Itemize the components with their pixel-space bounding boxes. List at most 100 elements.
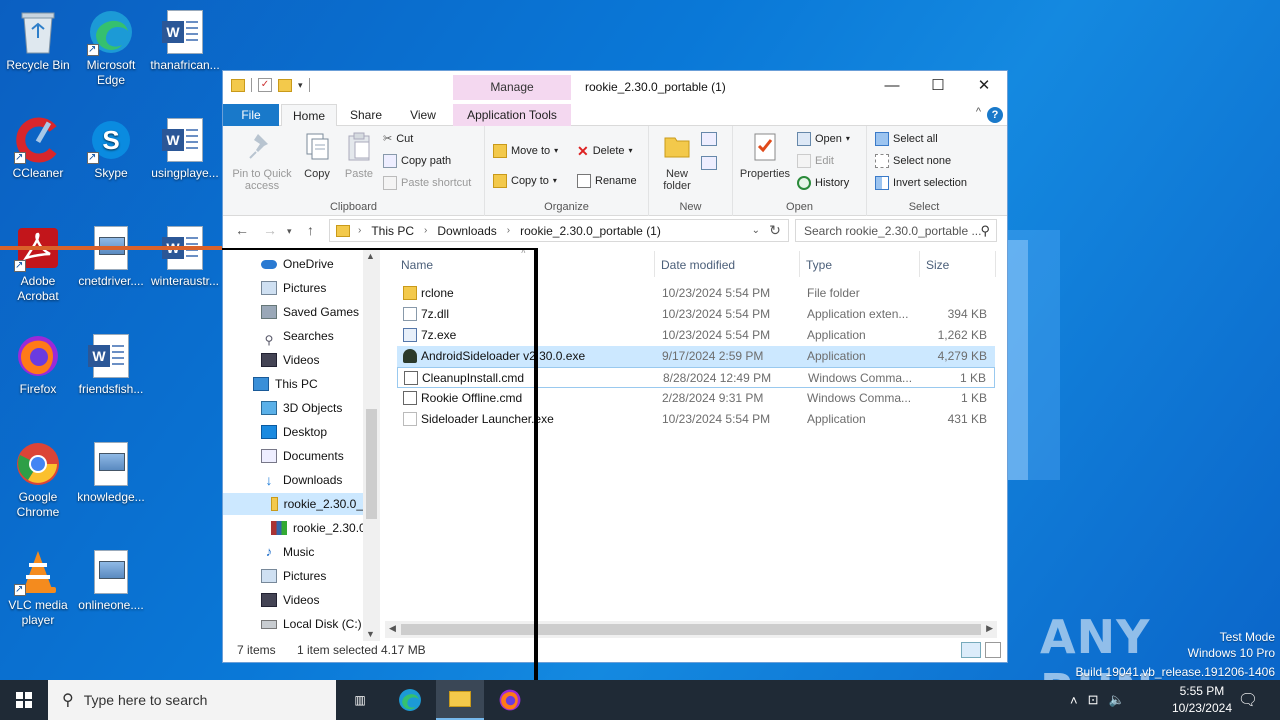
open-button[interactable]: Open ▾ bbox=[797, 130, 850, 148]
navigation-pane[interactable]: OneDrive Pictures Saved Games ⚲ Searches … bbox=[223, 249, 379, 639]
pin-quick-access-button[interactable]: Pin to Quick access bbox=[229, 130, 295, 192]
tab-view[interactable]: View bbox=[395, 104, 451, 126]
select-none-button[interactable]: Select none bbox=[875, 152, 951, 170]
forward-arrow-icon[interactable]: → bbox=[263, 222, 277, 238]
task-view-icon[interactable]: ▥ bbox=[336, 680, 384, 720]
new-item-icon[interactable] bbox=[701, 132, 717, 146]
desktop-icon-acrobat[interactable]: Adobe Acrobat bbox=[0, 224, 76, 304]
desktop-icon-skype[interactable]: S Skype bbox=[73, 116, 149, 181]
table-row-selected[interactable]: AndroidSideloader v2.30.0.exe 9/17/2024 2… bbox=[397, 346, 995, 367]
scroll-right-arrow-icon[interactable]: ▶ bbox=[986, 623, 993, 634]
file-list-horizontal-scrollbar[interactable]: ◀ ▶ bbox=[385, 621, 997, 638]
taskbar-firefox-icon[interactable] bbox=[486, 680, 534, 720]
table-row[interactable]: CleanupInstall.cmd 8/28/2024 12:49 PM Wind… bbox=[397, 367, 995, 388]
scrollbar-thumb[interactable] bbox=[401, 624, 981, 635]
breadcrumb-current-folder[interactable]: rookie_2.30.0_portable (1) bbox=[520, 224, 661, 238]
back-arrow-icon[interactable]: ← bbox=[235, 222, 249, 238]
desktop-icon-image-file[interactable]: onlineone.... bbox=[73, 548, 149, 613]
close-button[interactable]: ✕ bbox=[961, 71, 1007, 101]
notification-center-icon[interactable]: 🗨 bbox=[1224, 680, 1272, 720]
table-row[interactable]: rclone 10/23/2024 5:54 PM File folder bbox=[397, 283, 995, 304]
cut-button[interactable]: ✂ Cut bbox=[383, 130, 413, 148]
scroll-up-arrow-icon[interactable]: ▲ bbox=[366, 251, 375, 261]
new-folder-button[interactable]: New folder bbox=[653, 130, 701, 192]
edit-button[interactable]: Edit bbox=[797, 152, 834, 170]
desktop-icon-word-doc[interactable]: friendsfish... bbox=[73, 332, 149, 397]
desktop-icon-image-file[interactable]: cnetdriver.... bbox=[73, 224, 149, 289]
nav-onedrive[interactable]: OneDrive bbox=[261, 253, 334, 275]
collapse-ribbon-button[interactable]: ^ bbox=[976, 106, 981, 118]
desktop-icon-vlc[interactable]: VLC media player bbox=[0, 548, 76, 628]
tab-application-tools[interactable]: Application Tools bbox=[453, 104, 571, 126]
scroll-left-arrow-icon[interactable]: ◀ bbox=[389, 623, 396, 634]
nav-rookie-archive[interactable]: rookie_2.30.0_ bbox=[271, 517, 372, 539]
show-hidden-icons-chevron-icon[interactable]: ˄ bbox=[1070, 693, 1078, 708]
taskbar-search-input[interactable]: ⚲ Type here to search bbox=[48, 680, 336, 720]
start-button[interactable] bbox=[0, 680, 48, 720]
details-view-icon[interactable] bbox=[961, 642, 981, 658]
nav-pictures-pc[interactable]: Pictures bbox=[261, 565, 326, 587]
column-header-type[interactable]: Type bbox=[806, 258, 832, 272]
paste-shortcut-button[interactable]: Paste shortcut bbox=[383, 174, 471, 192]
desktop-icon-word-doc[interactable]: winteraustr... bbox=[147, 224, 223, 289]
maximize-button[interactable]: ☐ bbox=[915, 71, 961, 101]
table-row[interactable]: Rookie Offline.cmd 2/28/2024 9:31 PM Windo… bbox=[397, 388, 995, 409]
desktop-icon-ccleaner[interactable]: CCleaner bbox=[0, 116, 76, 181]
minimize-button[interactable]: — bbox=[869, 71, 915, 101]
taskbar-file-explorer-icon[interactable] bbox=[436, 680, 484, 720]
invert-selection-button[interactable]: Invert selection bbox=[875, 174, 967, 192]
nav-downloads[interactable]: ↓ Downloads bbox=[261, 469, 343, 491]
nav-searches[interactable]: ⚲ Searches bbox=[261, 325, 334, 347]
nav-rookie-folder-selected[interactable]: rookie_2.30.0_ bbox=[223, 493, 363, 515]
search-input[interactable]: Search rookie_2.30.0_portable ... ⚲ bbox=[795, 219, 997, 242]
file-list[interactable]: Name Date modified Type Size ˄ rclone 10/… bbox=[391, 247, 997, 624]
nav-pane-scrollbar[interactable]: ▲ ▼ bbox=[363, 249, 380, 641]
nav-videos-pc[interactable]: Videos bbox=[261, 589, 319, 611]
copy-button[interactable]: Copy bbox=[297, 130, 337, 180]
rename-button[interactable]: Rename bbox=[577, 172, 637, 190]
volume-icon[interactable]: 🔈 bbox=[1109, 692, 1125, 708]
nav-3d-objects[interactable]: 3D Objects bbox=[261, 397, 342, 419]
nav-music[interactable]: ♪ Music bbox=[261, 541, 315, 563]
address-bar[interactable]: › This PC › Downloads › rookie_2.30.0_po… bbox=[329, 219, 789, 242]
customize-toolbar-icon[interactable]: ▾ bbox=[298, 80, 303, 91]
move-to-button[interactable]: Move to ▾ bbox=[493, 142, 558, 160]
copy-to-button[interactable]: Copy to ▾ bbox=[493, 172, 557, 190]
nav-documents[interactable]: Documents bbox=[261, 445, 344, 467]
nav-videos[interactable]: Videos bbox=[261, 349, 319, 371]
up-arrow-icon[interactable]: ↑ bbox=[307, 222, 314, 238]
table-row[interactable]: 7z.dll 10/23/2024 5:54 PM Application exte… bbox=[397, 304, 995, 325]
copy-path-button[interactable]: Copy path bbox=[383, 152, 451, 170]
title-bar[interactable]: ✓ ▾ Manage rookie_2.30.0_portable (1) — … bbox=[223, 71, 1007, 104]
column-header-date[interactable]: Date modified bbox=[661, 258, 735, 272]
network-icon[interactable]: ⊡ bbox=[1088, 692, 1099, 708]
easy-access-icon[interactable] bbox=[701, 156, 717, 170]
paste-button[interactable]: Paste bbox=[339, 130, 379, 180]
desktop-icon-edge[interactable]: Microsoft Edge bbox=[73, 8, 149, 88]
file-explorer-window[interactable]: ✓ ▾ Manage rookie_2.30.0_portable (1) — … bbox=[222, 70, 1008, 663]
desktop-icon-word-doc[interactable]: thanafrican... bbox=[147, 8, 223, 73]
scrollbar-thumb[interactable] bbox=[366, 409, 377, 519]
help-icon[interactable]: ? bbox=[987, 107, 1003, 123]
properties-button[interactable]: Properties bbox=[737, 130, 793, 180]
table-row[interactable]: Sideloader Launcher.exe 10/23/2024 5:54 P… bbox=[397, 409, 995, 430]
refresh-icon[interactable]: ↻ bbox=[763, 219, 787, 242]
nav-desktop[interactable]: Desktop bbox=[261, 421, 327, 443]
nav-this-pc[interactable]: This PC bbox=[253, 373, 318, 395]
large-icons-view-icon[interactable] bbox=[985, 642, 1001, 658]
properties-check-icon[interactable]: ✓ bbox=[258, 78, 272, 92]
desktop-icon-recycle-bin[interactable]: Recycle Bin bbox=[0, 8, 76, 73]
tab-file[interactable]: File bbox=[223, 104, 279, 126]
desktop-icon-word-doc[interactable]: usingplaye... bbox=[147, 116, 223, 181]
recent-locations-icon[interactable]: ▾ bbox=[287, 226, 292, 237]
delete-button[interactable]: ✕ Delete ▾ bbox=[577, 142, 633, 160]
taskbar-edge-icon[interactable] bbox=[386, 680, 434, 720]
tab-home[interactable]: Home bbox=[281, 104, 337, 127]
select-all-button[interactable]: Select all bbox=[875, 130, 938, 148]
table-row[interactable]: 7z.exe 10/23/2024 5:54 PM Application 1,262… bbox=[397, 325, 995, 346]
breadcrumb-this-pc[interactable]: This PC bbox=[371, 224, 414, 238]
address-dropdown-icon[interactable]: ⌄ bbox=[752, 225, 760, 236]
history-button[interactable]: History bbox=[797, 174, 849, 192]
nav-local-disk[interactable]: Local Disk (C:) bbox=[261, 613, 362, 635]
desktop-icon-chrome[interactable]: Google Chrome bbox=[0, 440, 76, 520]
